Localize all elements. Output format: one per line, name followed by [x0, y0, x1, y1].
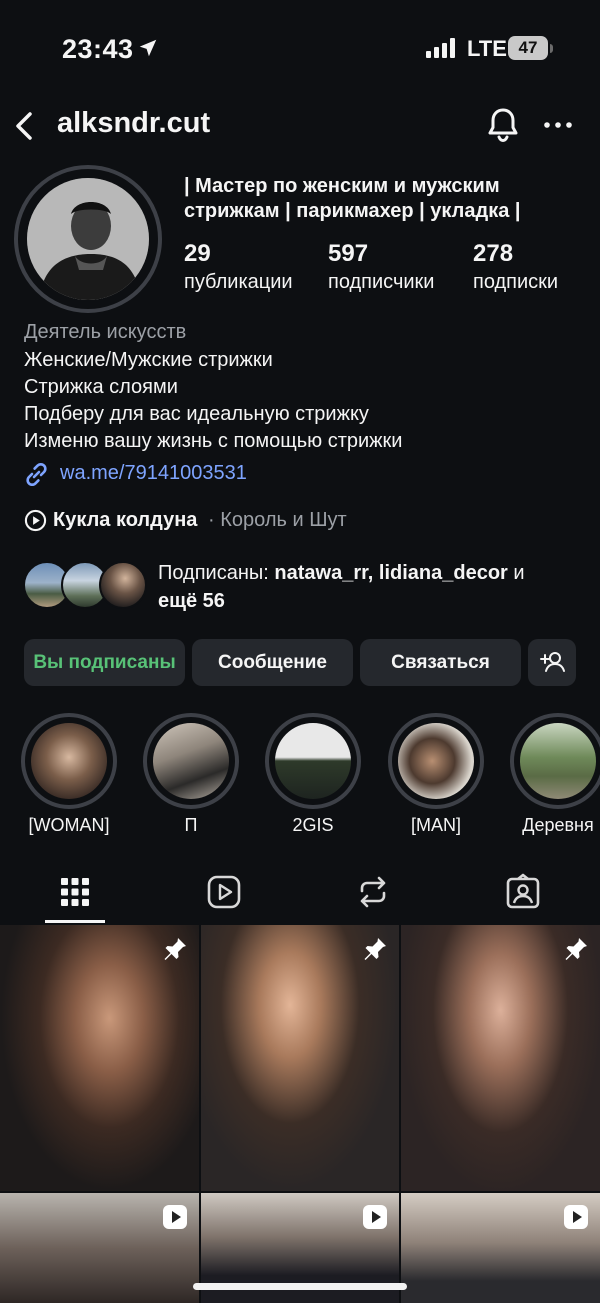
- highlight-man[interactable]: [MAN]: [388, 713, 484, 836]
- stat-followers-value: 597: [328, 240, 369, 267]
- profile-avatar-ring[interactable]: [14, 165, 162, 313]
- grid-icon[interactable]: [55, 872, 95, 912]
- battery-icon: 47: [508, 36, 548, 60]
- highlight-thumbnail: [520, 723, 596, 799]
- profile-category: Деятель искусств: [24, 321, 187, 343]
- highlight-label: [WOMAN]: [28, 815, 110, 835]
- post-thumbnail[interactable]: [201, 925, 399, 1191]
- reel-play-icon: [564, 1205, 588, 1229]
- link-icon: [26, 462, 47, 487]
- post-thumbnail[interactable]: [401, 925, 600, 1191]
- network-type: LTE: [467, 36, 507, 61]
- highlight-label: 2GIS: [292, 815, 334, 835]
- profile-bio: Женские/Мужские стрижки Стрижка слоями П…: [24, 347, 402, 455]
- stat-posts[interactable]: 29 публикации: [184, 240, 293, 294]
- highlight-label: [MAN]: [410, 815, 461, 835]
- bell-icon[interactable]: [484, 105, 522, 145]
- music-artist-name: Король и Шут: [220, 509, 347, 531]
- stat-following-label: подписки: [473, 271, 559, 293]
- status-time: 23:43: [62, 34, 134, 64]
- reel-play-icon: [163, 1205, 187, 1229]
- mutual-followers-avatars[interactable]: [23, 561, 153, 611]
- music-title[interactable]: Кукла колдуна: [53, 509, 197, 532]
- highlight-thumbnail: [275, 723, 351, 799]
- back-chevron-icon[interactable]: [10, 106, 40, 146]
- profile-title: | Мастер по женским и мужским стрижкам |…: [184, 175, 521, 222]
- profile-username: alksndr.cut: [57, 107, 211, 139]
- bio-line: Женские/Мужские стрижки: [24, 349, 273, 371]
- highlight-derevnya[interactable]: Деревня: [510, 713, 600, 836]
- mutual-followers-text[interactable]: Подписаны: natawa_rr, lidiana_decor и ещ…: [158, 559, 578, 615]
- stat-followers[interactable]: 597 подписчики: [328, 240, 434, 294]
- profile-link[interactable]: wa.me/79141003531: [60, 462, 247, 485]
- bio-line: Изменю вашу жизнь с помощью стрижки: [24, 430, 403, 452]
- stat-posts-label: публикации: [184, 271, 293, 293]
- highlight-thumbnail: [153, 723, 229, 799]
- highlight-label: П: [184, 815, 198, 835]
- post-thumbnail[interactable]: [0, 1193, 199, 1303]
- more-options-icon[interactable]: [541, 110, 575, 140]
- stat-posts-value: 29: [184, 240, 211, 267]
- message-button[interactable]: Сообщение: [192, 639, 353, 686]
- highlight-ring: [510, 713, 600, 809]
- pin-icon: [364, 938, 386, 960]
- add-person-icon: [540, 652, 565, 672]
- mutual-suffix: и: [507, 562, 525, 584]
- highlight-ring: [388, 713, 484, 809]
- suggest-user-button[interactable]: [528, 639, 576, 686]
- active-tab-indicator: [45, 920, 105, 923]
- music-separator: ·: [208, 509, 215, 531]
- highlight-woman[interactable]: [WOMAN]: [21, 713, 117, 836]
- highlight-label: Деревня: [522, 815, 594, 835]
- reposts-icon[interactable]: [353, 872, 393, 912]
- battery-tip: [550, 44, 553, 53]
- highlight-2gis[interactable]: 2GIS: [265, 713, 361, 836]
- location-arrow-icon: [139, 39, 157, 57]
- posts-grid: [0, 925, 600, 1303]
- mutual-avatar: [99, 561, 147, 609]
- home-indicator[interactable]: [193, 1283, 407, 1290]
- highlight-thumbnail: [31, 723, 107, 799]
- mutual-prefix: Подписаны:: [158, 562, 275, 584]
- post-thumbnail[interactable]: [401, 1193, 600, 1303]
- status-bar: 23:43 LTE 47: [0, 0, 600, 96]
- stat-followers-label: подписчики: [328, 271, 435, 293]
- music-artist[interactable]: · Король и Шут: [208, 509, 347, 532]
- pin-icon: [565, 938, 587, 960]
- pin-icon: [164, 938, 186, 960]
- play-circle-icon[interactable]: [24, 509, 47, 532]
- profile-avatar: [27, 178, 149, 300]
- stat-following[interactable]: 278 подписки: [473, 240, 558, 294]
- post-thumbnail[interactable]: [0, 925, 199, 1191]
- following-button[interactable]: Вы подписаны: [24, 639, 185, 686]
- signal-bars-icon: [426, 38, 455, 58]
- mutual-count: ещё 56: [158, 590, 225, 612]
- stat-following-value: 278: [473, 240, 514, 267]
- avatar-portrait-icon: [27, 178, 149, 300]
- reels-icon[interactable]: [204, 872, 244, 912]
- contact-button[interactable]: Связаться: [360, 639, 521, 686]
- bio-line: Стрижка слоями: [24, 376, 178, 398]
- tagged-icon[interactable]: [503, 872, 543, 912]
- highlight-ring: [265, 713, 361, 809]
- highlight-thumbnail: [398, 723, 474, 799]
- reel-play-icon: [363, 1205, 387, 1229]
- highlight-ring: [21, 713, 117, 809]
- bio-line: Подберу для вас идеальную стрижку: [24, 403, 369, 425]
- highlight-p[interactable]: П: [143, 713, 239, 836]
- mutual-users: natawa_rr, lidiana_decor: [274, 562, 508, 584]
- highlight-ring: [143, 713, 239, 809]
